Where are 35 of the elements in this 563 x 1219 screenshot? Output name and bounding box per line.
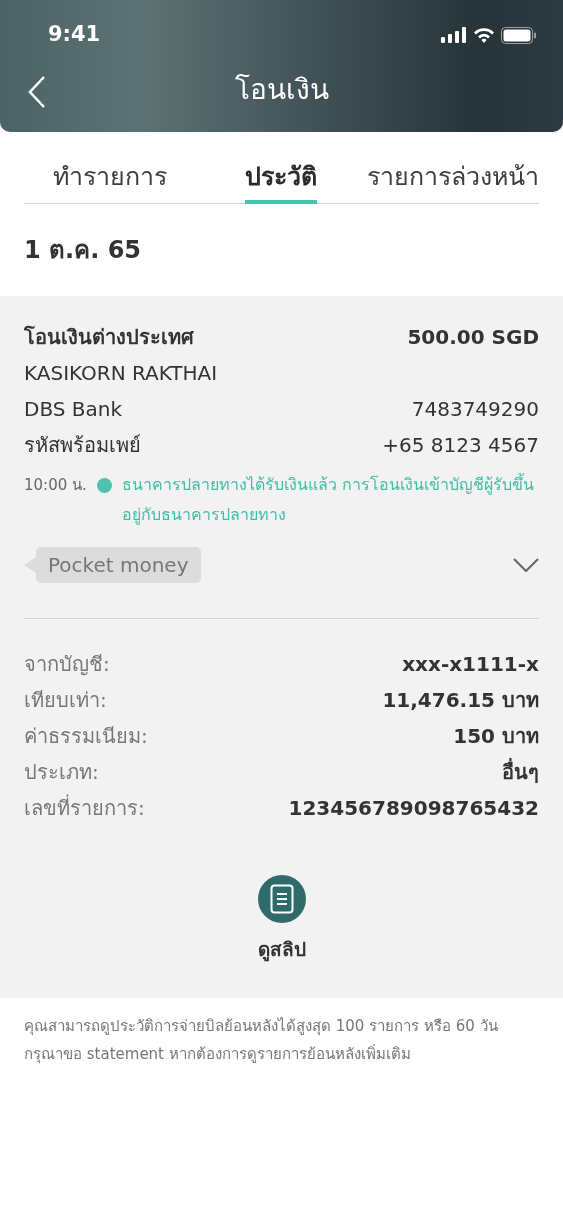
detail-label: ค่าธรรมเนียม: xyxy=(24,723,148,750)
battery-icon xyxy=(501,26,537,44)
back-icon xyxy=(28,76,46,108)
history-note: คุณสามารถดูประวัติการจ่ายบิลย้อนหลังได้สูงสุด 100 รายการ หรือ 60 วัน กรุณาขอ statement หากต้องการดูรายการย้อนหลังเพิ่มเติม xyxy=(24,1016,499,1066)
document-icon xyxy=(269,884,294,914)
detail-label: เลขที่รายการ: xyxy=(24,793,145,822)
status-message: ธนาคารปลายทางได้รับเงินแล้ว การโอนเงินเข้าบัญชีผู้รับขึ้นอยู่กับธนาคารปลายทาง xyxy=(121,472,535,527)
note-tag: Pocket money xyxy=(36,547,201,583)
chevron-icon xyxy=(513,557,539,573)
tab[interactable]: ประวัติ xyxy=(195,158,367,203)
transaction-time: 10:00 น. xyxy=(24,475,87,496)
account-number: 7483749290 xyxy=(411,396,539,423)
transaction-amount: 500.00 SGD xyxy=(407,324,539,351)
promptpay-number: +65 8123 4567 xyxy=(382,432,539,459)
tab[interactable]: รายการล่วงหน้า xyxy=(367,158,539,203)
transaction-title: โอนเงินต่างประเทศ xyxy=(24,324,194,351)
bank-name: DBS Bank xyxy=(24,396,123,423)
page-title: โอนเงิน xyxy=(234,72,329,108)
detail-label: เทียบเท่า: xyxy=(24,687,107,714)
tab[interactable]: ทำรายการ xyxy=(24,158,196,203)
signal-icon xyxy=(441,27,467,43)
detail-value: 11,476.15 บาท xyxy=(382,687,539,714)
promptpay-label: รหัสพร้อมเพย์ xyxy=(24,432,141,459)
detail-label: จากบัญชี: xyxy=(24,651,110,678)
detail-value: 123456789098765432 xyxy=(288,795,539,822)
detail-value: อื่นๆ xyxy=(502,757,539,786)
back-button[interactable] xyxy=(28,76,46,108)
detail-value: 150 บาท xyxy=(453,723,539,750)
detail-value: xxx-x1111-x xyxy=(402,651,539,678)
detail-label: ประเภท: xyxy=(24,759,99,786)
wifi-icon xyxy=(473,27,495,43)
date-heading: 1 ต.ค. 65 xyxy=(24,235,142,266)
status-time: 9:41 xyxy=(48,21,101,49)
recipient-name: KASIKORN RAKTHAI xyxy=(24,361,218,385)
collapse-toggle[interactable] xyxy=(513,557,539,573)
